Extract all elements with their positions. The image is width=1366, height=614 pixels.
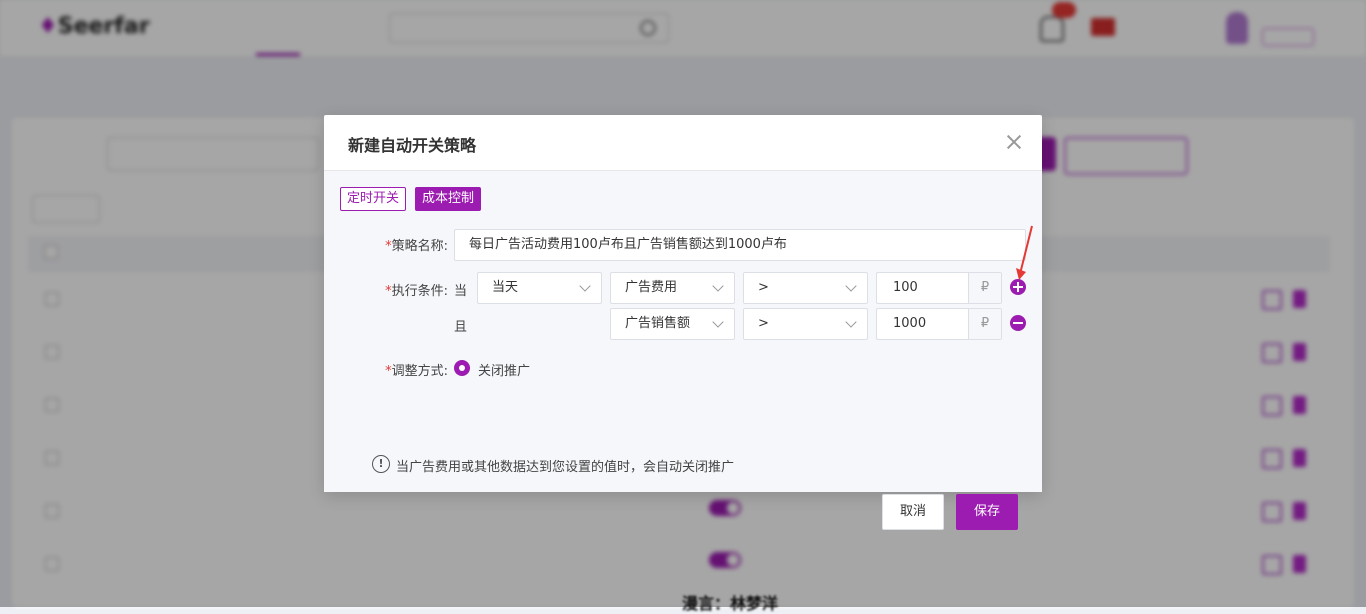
annotation-arrow (1016, 225, 1033, 280)
metric-select[interactable]: 广告销售额 (610, 308, 735, 340)
save-button[interactable]: 保存 (956, 494, 1018, 530)
operator-select[interactable]: > (743, 308, 868, 340)
minus-circle-icon[interactable] (1010, 315, 1026, 331)
strategy-name-label-text: 策略名称: (391, 239, 448, 254)
period-select-value: 当天 (492, 280, 519, 295)
chevron-down-icon (845, 316, 857, 328)
strategy-name-label: *策略名称: (385, 239, 448, 254)
tab-cost-control[interactable]: 成本控制 (415, 187, 482, 211)
tab-timer-switch[interactable]: 定时开关 (340, 187, 407, 211)
threshold-input[interactable]: 1000 ₽ (876, 308, 1002, 340)
condition-label: *执行条件: (385, 284, 448, 299)
close-promotion-label[interactable]: 关闭推广 (478, 360, 530, 379)
chevron-down-icon (845, 280, 857, 292)
info-text: 当广告费用或其他数据达到您设置的值时，会自动关闭推广 (396, 460, 735, 475)
operator-select-value: > (758, 316, 769, 331)
metric-select[interactable]: 广告费用 (610, 272, 735, 304)
currency-unit: ₽ (968, 309, 1001, 339)
cancel-button[interactable]: 取消 (882, 494, 944, 530)
operator-select[interactable]: > (743, 272, 868, 304)
metric-select-value: 广告费用 (625, 280, 678, 295)
condition-conjunction: 当 (454, 284, 468, 299)
currency-unit: ₽ (968, 273, 1001, 303)
create-strategy-dialog: 新建自动开关策略 定时开关 成本控制 *策略名称: 每日广告活动费用100卢布且… (324, 115, 1042, 530)
chevron-down-icon (712, 280, 724, 292)
close-icon[interactable] (1004, 132, 1024, 152)
condition-label-text: 执行条件: (391, 284, 448, 299)
watermark-text: 漫言：林梦洋 (682, 594, 779, 613)
operator-select-value: > (758, 280, 769, 295)
adjust-method-label: *调整方式: (385, 364, 448, 379)
chevron-down-icon (579, 280, 591, 292)
threshold-input[interactable]: 100 ₽ (876, 272, 1002, 304)
dialog-header: 新建自动开关策略 (324, 115, 1042, 171)
chevron-down-icon (712, 316, 724, 328)
period-select[interactable]: 当天 (477, 272, 602, 304)
dialog-title: 新建自动开关策略 (348, 136, 477, 155)
adjust-method-label-text: 调整方式: (391, 364, 448, 379)
dialog-body: 定时开关 成本控制 *策略名称: 每日广告活动费用100卢布且广告销售额达到10… (324, 171, 1042, 530)
condition-conjunction: 且 (454, 320, 468, 335)
threshold-value: 1000 (893, 316, 927, 331)
threshold-value: 100 (893, 280, 918, 295)
strategy-name-input[interactable]: 每日广告活动费用100卢布且广告销售额达到1000卢布 (454, 229, 1026, 261)
exclamation-circle-icon: ! (372, 455, 390, 473)
metric-select-value: 广告销售额 (625, 316, 691, 331)
close-promotion-radio[interactable] (454, 360, 470, 376)
